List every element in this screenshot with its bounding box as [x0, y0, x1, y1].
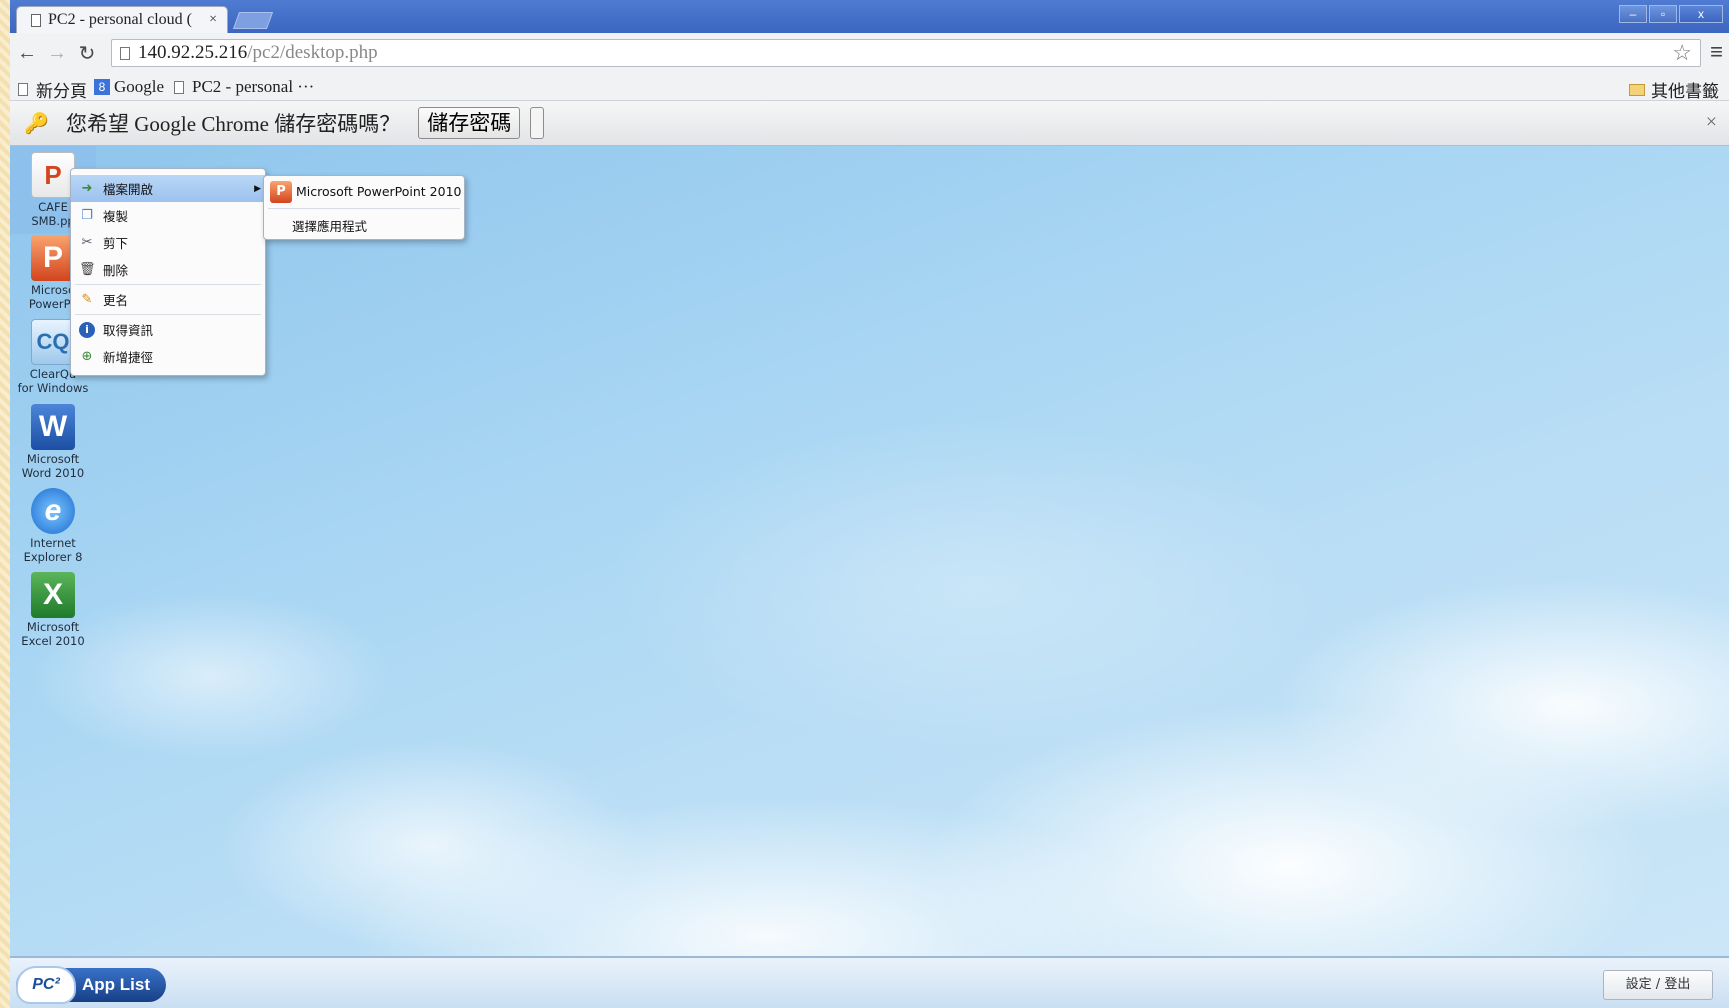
new-tab-button[interactable] [232, 12, 274, 29]
submenu-label: 選擇應用程式 [292, 219, 368, 234]
icon-label: Excel 2010 [21, 634, 85, 648]
menu-item-get-info[interactable]: i 取得資訊 [71, 316, 265, 343]
desktop-icon-word[interactable]: W Microsoft Word 2010 [10, 398, 96, 480]
never-save-button[interactable] [530, 107, 545, 139]
menu-item-copy[interactable]: ❐ 複製 [71, 202, 265, 229]
address-bar[interactable]: 140.92.25.216/pc2/desktop.php ☆ [111, 39, 1701, 67]
submenu-label: Microsoft PowerPoint 2010 [296, 184, 462, 199]
trash-icon: 🗑 [79, 261, 96, 277]
url-path: /pc2/desktop.php [247, 42, 378, 63]
icon-label: Explorer 8 [23, 550, 83, 564]
google-icon: 8 [94, 79, 110, 95]
back-icon[interactable]: ← [12, 42, 42, 65]
menu-label: 複製 [103, 209, 129, 224]
icon-label: Microsoft [26, 452, 80, 466]
bookmark-label: 新分頁 [36, 82, 87, 101]
bookmark-pc2[interactable]: PC2 - personal ··· [174, 77, 314, 97]
restore-button[interactable]: ▫ [1649, 5, 1677, 23]
copy-icon: ❐ [81, 207, 93, 223]
pc2-taskbar: App List PC² 設定 / 登出 [10, 956, 1729, 1008]
submenu-item-powerpoint[interactable]: P Microsoft PowerPoint 2010 [264, 176, 464, 207]
bookmark-new-tab[interactable]: 新分頁 [18, 77, 87, 102]
folder-icon [1629, 83, 1645, 96]
menu-label: 取得資訊 [103, 323, 154, 338]
save-password-infobar: 🔑 您希望 Google Chrome 儲存密碼嗎？ 儲存密碼 × [10, 101, 1729, 146]
menu-label: 刪除 [103, 263, 129, 278]
chrome-menu-icon[interactable]: ≡ [1710, 41, 1723, 63]
pc2-desktop[interactable]: P CAFE SMB.pp P Microso PowerPo CQ Clear… [10, 146, 1729, 956]
browser-toolbar: ← → ↻ 140.92.25.216/pc2/desktop.php ☆ ≡ [10, 33, 1729, 73]
menu-label: 檔案開啟 [103, 182, 154, 197]
tab-title: PC2 - personal cloud ( [48, 11, 192, 28]
close-window-button[interactable]: x [1679, 5, 1723, 23]
bookmark-star-icon[interactable]: ☆ [1672, 40, 1692, 66]
browser-window: PC2 - personal cloud ( × – ▫ x ← → ↻ 140… [10, 0, 1729, 1008]
icon-label: Internet [30, 536, 76, 550]
browser-tab[interactable]: PC2 - personal cloud ( × [16, 6, 228, 33]
other-bookmarks[interactable]: 其他書籤 [1629, 77, 1719, 102]
menu-separator [75, 314, 261, 315]
desktop-icon-excel[interactable]: X Microsoft Excel 2010 [10, 566, 96, 648]
decorative-border [0, 0, 10, 1008]
cut-icon: ✂ [81, 234, 93, 250]
page-icon [31, 13, 41, 27]
tab-close-icon[interactable]: × [209, 12, 217, 28]
bookmark-label: PC2 - personal ··· [192, 77, 315, 96]
info-icon: i [79, 321, 95, 338]
powerpoint-icon: P [31, 235, 75, 281]
page-icon [120, 46, 130, 60]
powerpoint-icon: P [270, 180, 292, 203]
menu-item-new-shortcut[interactable]: ⊕ 新增捷徑 [71, 343, 265, 370]
desktop-icon-internet-explorer[interactable]: e Internet Explorer 8 [10, 482, 96, 564]
word-icon: W [31, 404, 75, 450]
settings-logout-button[interactable]: 設定 / 登出 [1603, 970, 1713, 1000]
icon-label: Word 2010 [21, 466, 85, 480]
forward-icon[interactable]: → [42, 42, 72, 65]
window-controls: – ▫ x [1619, 5, 1723, 23]
open-icon: ➜ [81, 180, 93, 196]
menu-label: 新增捷徑 [103, 350, 154, 365]
infobar-message: 您希望 Google Chrome 儲存密碼嗎？ [66, 112, 401, 136]
app-list-label: App List [82, 975, 150, 994]
url-host: 140.92.25.216 [138, 42, 248, 63]
menu-label: 更名 [103, 293, 129, 308]
title-bar: PC2 - personal cloud ( × – ▫ x [10, 0, 1729, 33]
menu-separator [75, 284, 261, 285]
other-bookmarks-label: 其他書籤 [1651, 82, 1719, 101]
context-menu: ➜ 檔案開啟 ▶ ❐ 複製 ✂ 剪下 🗑 刪除 ✎ 更名 i 取得資訊 ⊕ 新增… [70, 168, 266, 376]
pencil-icon: ✎ [81, 291, 93, 307]
menu-label: 剪下 [103, 236, 129, 251]
menu-separator [268, 208, 460, 209]
excel-icon: X [31, 572, 75, 618]
shortcut-icon: ⊕ [81, 348, 93, 364]
clearquest-icon: CQ [31, 319, 75, 365]
bookmark-google[interactable]: 8 Google [94, 77, 164, 97]
icon-label: Microsoft [26, 620, 80, 634]
menu-item-rename[interactable]: ✎ 更名 [71, 286, 265, 313]
menu-item-open[interactable]: ➜ 檔案開啟 ▶ [71, 175, 265, 202]
pptx-file-icon: P [31, 152, 75, 198]
internet-explorer-icon: e [31, 488, 75, 534]
key-icon: 🔑 [24, 112, 49, 135]
save-password-button[interactable]: 儲存密碼 [418, 107, 521, 139]
infobar-close-icon[interactable]: × [1706, 111, 1717, 134]
page-icon [174, 80, 184, 94]
bookmarks-bar: 新分頁 8 Google PC2 - personal ··· 其他書籤 [10, 73, 1729, 101]
pc2-logo-icon[interactable]: PC² [16, 966, 76, 1004]
icon-label: for Windows [17, 381, 89, 395]
submenu-item-choose-app[interactable]: 選擇應用程式 [264, 210, 464, 241]
menu-item-cut[interactable]: ✂ 剪下 [71, 229, 265, 256]
bookmark-label: Google [114, 77, 165, 96]
page-icon [18, 83, 28, 96]
reload-icon[interactable]: ↻ [72, 41, 102, 66]
submenu-arrow-icon: ▶ [254, 183, 261, 194]
minimize-button[interactable]: – [1619, 5, 1647, 23]
open-with-submenu: P Microsoft PowerPoint 2010 選擇應用程式 [263, 175, 465, 240]
menu-item-delete[interactable]: 🗑 刪除 [71, 256, 265, 283]
